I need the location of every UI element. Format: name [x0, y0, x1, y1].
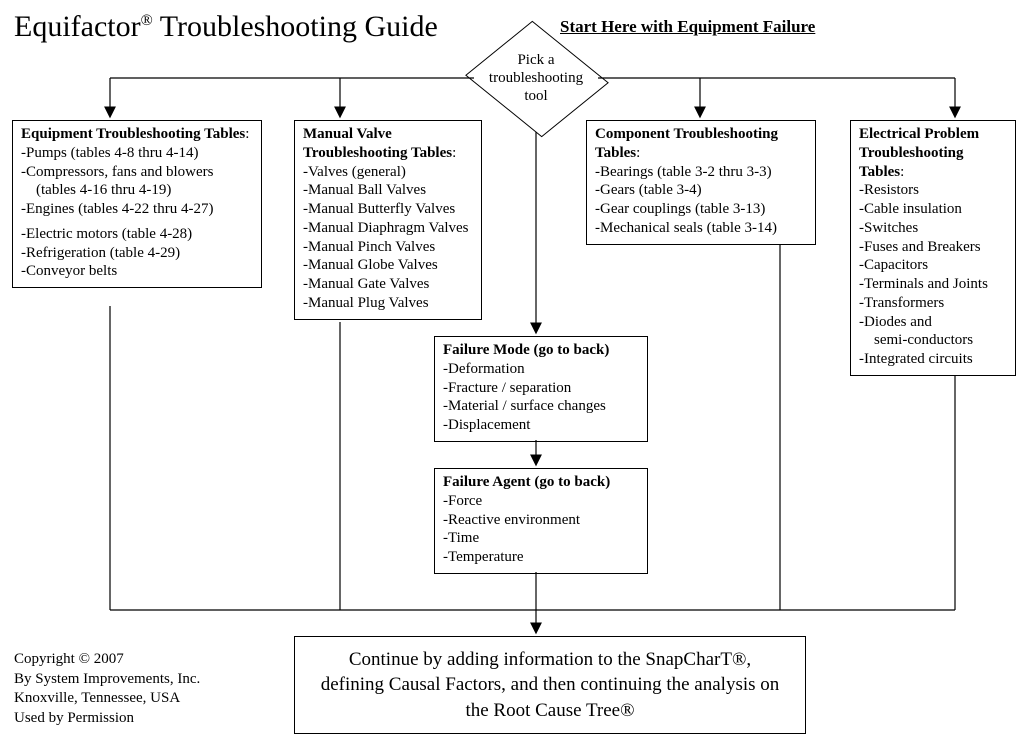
list-item: -Integrated circuits [859, 350, 1007, 369]
box-equipment-list-bottom: -Electric motors (table 4-28) -Refrigera… [21, 225, 253, 281]
list-item: -Cable insulation [859, 200, 1007, 219]
list-item: semi-conductors [859, 331, 1007, 350]
copyright-line: Knoxville, Tennessee, USA [14, 689, 200, 709]
list-item: -Displacement [443, 416, 639, 435]
list-item: -Diodes and [859, 313, 1007, 332]
copyright-line: By System Improvements, Inc. [14, 670, 200, 690]
registered-symbol: ® [141, 12, 153, 29]
list-item: -Manual Globe Valves [303, 256, 473, 275]
title-prefix: Equifactor [14, 10, 141, 43]
list-item: -Gear couplings (table 3-13) [595, 200, 807, 219]
box-failure-mode-heading: Failure Mode (go to back) [443, 341, 639, 360]
copyright-line: Copyright © 2007 [14, 650, 200, 670]
list-item: -Force [443, 492, 639, 511]
list-item: -Switches [859, 219, 1007, 238]
list-item: -Capacitors [859, 256, 1007, 275]
box-equipment: Equipment Troubleshooting Tables: -Pumps… [12, 120, 262, 288]
copyright-line: Used by Permission [14, 709, 200, 729]
box-equipment-heading: Equipment Troubleshooting Tables [21, 126, 245, 142]
box-equipment-list-top: -Pumps (tables 4-8 thru 4-14) -Compresso… [21, 144, 253, 219]
list-item: -Engines (tables 4-22 thru 4-27) [21, 200, 253, 219]
list-item: -Pumps (tables 4-8 thru 4-14) [21, 144, 253, 163]
list-item: -Mechanical seals (table 3-14) [595, 219, 807, 238]
copyright-block: Copyright © 2007 By System Improvements,… [14, 650, 200, 728]
box-valve-list: -Valves (general) -Manual Ball Valves -M… [303, 163, 473, 313]
list-item: -Manual Diaphragm Valves [303, 219, 473, 238]
list-item: -Compressors, fans and blowers [21, 163, 253, 182]
list-item: -Deformation [443, 360, 639, 379]
list-item: -Fracture / separation [443, 379, 639, 398]
box-component-list: -Bearings (table 3-2 thru 3-3) -Gears (t… [595, 163, 807, 238]
list-item: -Valves (general) [303, 163, 473, 182]
box-failure-mode: Failure Mode (go to back) -Deformation -… [434, 336, 648, 442]
list-item: -Gears (table 3-4) [595, 181, 807, 200]
title-suffix: Troubleshooting Guide [153, 10, 438, 43]
box-electrical: Electrical Problem Troubleshooting Table… [850, 120, 1016, 376]
box-failure-agent: Failure Agent (go to back) -Force -React… [434, 468, 648, 574]
list-item: -Conveyor belts [21, 262, 253, 281]
box-component-heading: Component Troubleshooting Tables [595, 126, 778, 161]
list-item: -Manual Gate Valves [303, 275, 473, 294]
list-item: -Material / surface changes [443, 397, 639, 416]
list-item: -Manual Pinch Valves [303, 238, 473, 257]
box-valve-heading: Manual Valve Troubleshooting Tables [303, 126, 452, 161]
list-item: -Transformers [859, 294, 1007, 313]
list-item: -Temperature [443, 548, 639, 567]
list-item: -Electric motors (table 4-28) [21, 225, 253, 244]
list-item: -Manual Plug Valves [303, 294, 473, 313]
box-final: Continue by adding information to the Sn… [294, 636, 806, 734]
list-item: -Manual Butterfly Valves [303, 200, 473, 219]
list-item: -Terminals and Joints [859, 275, 1007, 294]
list-item: -Refrigeration (table 4-29) [21, 244, 253, 263]
box-failure-mode-list: -Deformation -Fracture / separation -Mat… [443, 360, 639, 435]
list-item: (tables 4-16 thru 4-19) [21, 181, 253, 200]
box-electrical-heading: Electrical Problem Troubleshooting Table… [859, 126, 979, 180]
list-item: -Time [443, 529, 639, 548]
list-item: -Bearings (table 3-2 thru 3-3) [595, 163, 807, 182]
box-failure-agent-heading: Failure Agent (go to back) [443, 473, 639, 492]
page-title: Equifactor® Troubleshooting Guide [14, 10, 438, 44]
box-final-text: Continue by adding information to the Sn… [315, 647, 785, 724]
list-item: -Manual Ball Valves [303, 181, 473, 200]
list-item: -Resistors [859, 181, 1007, 200]
list-item: -Reactive environment [443, 511, 639, 530]
box-failure-agent-list: -Force -Reactive environment -Time -Temp… [443, 492, 639, 567]
box-electrical-list: -Resistors -Cable insulation -Switches -… [859, 181, 1007, 369]
box-component: Component Troubleshooting Tables: -Beari… [586, 120, 816, 245]
list-item: -Fuses and Breakers [859, 238, 1007, 257]
box-manual-valve: Manual Valve Troubleshooting Tables: -Va… [294, 120, 482, 320]
